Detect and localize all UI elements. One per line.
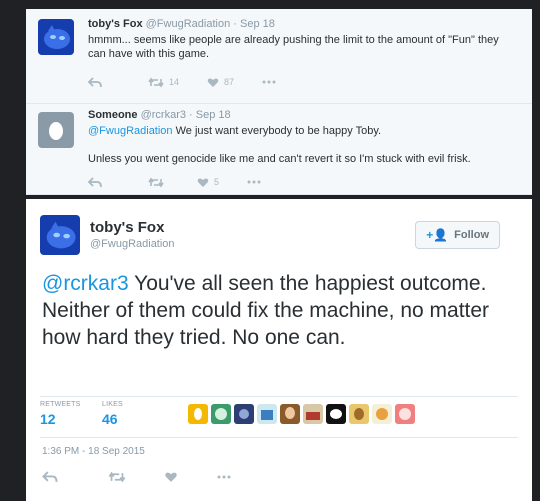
liker-avatar[interactable] [372,404,392,424]
retweet-icon [148,77,164,87]
liker-avatar[interactable] [188,404,208,424]
liker-avatar[interactable] [211,404,231,424]
retweet-button[interactable]: 14 [148,77,179,88]
retweet-button[interactable] [148,177,169,188]
fox-avatar[interactable] [40,215,80,255]
like-button[interactable]: 5 [197,177,219,188]
retweet-icon[interactable] [108,471,126,483]
author-name[interactable]: toby's Fox [90,219,164,236]
retweets-stat[interactable]: RETWEETS 12 [40,401,81,427]
tweet-text-line2: Unless you went genocide like me and can… [88,153,471,165]
egg-avatar[interactable] [38,112,74,148]
mention-link[interactable]: @FwugRadiation [88,125,173,137]
tweet-stats: RETWEETS 12 LIKES 46 [40,396,518,438]
author-handle[interactable]: @rcrkar3 [141,109,186,121]
likes-label: LIKES [102,401,123,408]
likes-count: 46 [102,411,118,427]
more-icon[interactable] [247,180,261,184]
liker-avatars [188,404,418,424]
liker-avatar[interactable] [395,404,415,424]
add-user-icon: +👤 [426,228,449,242]
tweet-text: @FwugRadiation We just want everybody to… [88,125,382,137]
liker-avatar[interactable] [234,404,254,424]
reply-icon[interactable] [88,176,102,188]
reply-tweet[interactable]: Someone @rcrkar3 · Sep 18 @FwugRadiation… [26,104,532,195]
author-name[interactable]: toby's Fox [88,18,143,30]
fox-avatar[interactable] [38,19,74,55]
liker-avatar[interactable] [326,404,346,424]
reply-icon[interactable] [88,76,102,88]
heart-icon [197,177,209,187]
heart-icon[interactable] [164,471,178,483]
heart-icon [207,77,219,87]
mention-link[interactable]: @rcrkar3 [42,272,129,295]
likes-stat[interactable]: LIKES 46 [102,401,123,427]
like-button[interactable]: 87 [207,77,234,88]
liker-avatar[interactable] [349,404,369,424]
author-name[interactable]: Someone [88,109,138,121]
follow-label: Follow [454,229,489,241]
like-count: 5 [214,177,220,187]
liker-avatar[interactable] [280,404,300,424]
tweet-date[interactable]: Sep 18 [240,18,275,30]
author-handle[interactable]: @FwugRadiation [90,238,175,250]
reply-tweet[interactable]: toby's Fox @FwugRadiation · Sep 18 hmmm.… [26,9,532,104]
retweets-label: RETWEETS [40,401,81,408]
liker-avatar[interactable] [303,404,323,424]
tweet-timestamp[interactable]: 1:36 PM - 18 Sep 2015 [42,446,145,457]
liker-avatar[interactable] [257,404,277,424]
tweet-date[interactable]: Sep 18 [196,109,231,121]
follow-button[interactable]: +👤 Follow [415,221,500,249]
reply-icon[interactable] [42,471,58,483]
permalink-tweet: toby's Fox @FwugRadiation +👤 Follow @rcr… [26,199,532,501]
retweet-icon [148,177,164,187]
tweet-text: hmmm... seems like people are already pu… [88,34,499,60]
tweet-text: @rcrkar3 You've all seen the happiest ou… [42,272,490,349]
more-icon[interactable] [262,80,276,84]
retweet-count: 14 [169,77,180,87]
retweets-count: 12 [40,411,56,427]
author-handle[interactable]: @FwugRadiation [146,18,231,30]
like-count: 87 [224,77,235,87]
more-icon[interactable] [216,475,232,479]
